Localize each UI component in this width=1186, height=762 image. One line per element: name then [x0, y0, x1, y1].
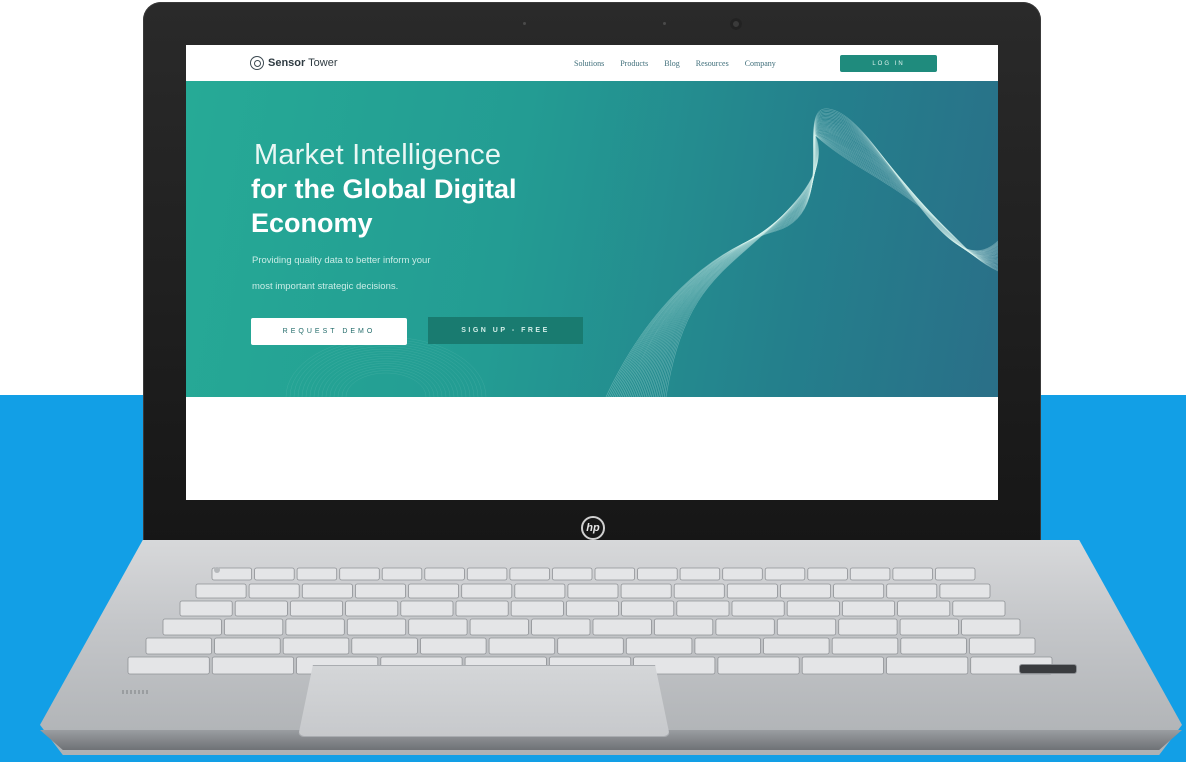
keyboard-key[interactable] — [381, 567, 423, 581]
keyboard-key[interactable] — [289, 600, 343, 617]
keyboard-key[interactable] — [509, 567, 550, 581]
keyboard-key[interactable] — [301, 583, 353, 599]
keyboard-key[interactable] — [592, 618, 652, 636]
keyboard-key[interactable] — [780, 583, 831, 599]
keyboard-key[interactable] — [694, 637, 761, 655]
keyboard-key[interactable] — [514, 583, 566, 599]
keyboard-key[interactable] — [807, 567, 848, 581]
keyboard-key[interactable] — [145, 637, 212, 655]
keyboard-key[interactable] — [296, 567, 338, 581]
keyboard-key[interactable] — [339, 567, 380, 581]
keyboard-key[interactable] — [764, 567, 806, 581]
keyboard-key[interactable] — [717, 656, 800, 675]
keyboard-key[interactable] — [455, 600, 509, 617]
keyboard-key[interactable] — [842, 600, 896, 617]
keyboard-key[interactable] — [831, 637, 899, 655]
keyboard-key[interactable] — [886, 656, 969, 675]
keyboard-key[interactable] — [961, 618, 1021, 636]
keyboard-key[interactable] — [557, 637, 624, 655]
keyboard-key[interactable] — [892, 567, 933, 581]
keyboard-key[interactable] — [127, 656, 210, 675]
keyboard-key[interactable] — [620, 583, 672, 599]
keyboard-key[interactable] — [594, 567, 635, 581]
keyboard — [127, 567, 1053, 675]
keyboard-key[interactable] — [726, 583, 778, 599]
keyboard-key[interactable] — [466, 567, 508, 581]
keyboard-key[interactable] — [354, 583, 406, 599]
keyboard-key[interactable] — [654, 618, 714, 636]
keyboard-key[interactable] — [621, 600, 675, 617]
keyboard-key[interactable] — [424, 567, 465, 581]
keyboard-key[interactable] — [285, 618, 345, 636]
keyboard-key[interactable] — [566, 600, 620, 617]
keyboard-key[interactable] — [786, 600, 840, 617]
keyboard-key[interactable] — [510, 600, 564, 617]
keyboard-key[interactable] — [899, 618, 959, 636]
keyboard-key[interactable] — [488, 637, 556, 655]
keyboard-key[interactable] — [162, 618, 222, 636]
keyboard-key[interactable] — [763, 637, 830, 655]
keyboard-key[interactable] — [234, 600, 288, 617]
keyboard-key[interactable] — [776, 618, 837, 636]
keyboard-key[interactable] — [552, 567, 593, 581]
keyboard-key[interactable] — [679, 567, 721, 581]
keyboard-key[interactable] — [849, 567, 891, 581]
keyboard-key[interactable] — [461, 583, 513, 599]
keyboard-key[interactable] — [345, 600, 399, 617]
keyboard-key[interactable] — [408, 618, 468, 636]
keyboard-key[interactable] — [673, 583, 725, 599]
keyboard-key[interactable] — [195, 583, 247, 599]
keyboard-key[interactable] — [408, 583, 459, 599]
keyboard-key[interactable] — [715, 618, 775, 636]
keyboard-key[interactable] — [952, 600, 1006, 617]
keyboard-key[interactable] — [801, 656, 884, 675]
keyboard-key[interactable] — [731, 600, 785, 617]
keyboard-key[interactable] — [637, 567, 678, 581]
keyboard-key[interactable] — [625, 637, 693, 655]
keyboard-key[interactable] — [935, 567, 976, 581]
keyboard-key[interactable] — [838, 618, 898, 636]
keyboard-key[interactable] — [211, 656, 295, 675]
keyboard-key[interactable] — [833, 583, 885, 599]
power-indicator-icon — [214, 567, 220, 573]
touchpad[interactable] — [298, 665, 670, 737]
keyboard-key[interactable] — [939, 583, 991, 599]
keyboard-key[interactable] — [420, 637, 487, 655]
keyboard-key[interactable] — [351, 637, 418, 655]
keyboard-key[interactable] — [179, 600, 233, 617]
keyboard-key[interactable] — [248, 583, 300, 599]
keyboard-key[interactable] — [400, 600, 454, 617]
keyboard-key[interactable] — [897, 600, 951, 617]
keyboard-key[interactable] — [886, 583, 938, 599]
keyboard-key[interactable] — [531, 618, 591, 636]
fingerprint-reader-icon — [1019, 664, 1077, 674]
keyboard-key[interactable] — [469, 618, 529, 636]
keyboard-key[interactable] — [214, 637, 281, 655]
keyboard-key[interactable] — [676, 600, 730, 617]
speaker-grille — [122, 690, 150, 694]
keyboard-key[interactable] — [346, 618, 407, 636]
keyboard-key[interactable] — [567, 583, 619, 599]
keyboard-key[interactable] — [722, 567, 763, 581]
keyboard-key[interactable] — [282, 637, 350, 655]
keyboard-key[interactable] — [223, 618, 284, 636]
keyboard-key[interactable] — [900, 637, 967, 655]
keyboard-key[interactable] — [254, 567, 295, 581]
keyboard-key[interactable] — [969, 637, 1036, 655]
